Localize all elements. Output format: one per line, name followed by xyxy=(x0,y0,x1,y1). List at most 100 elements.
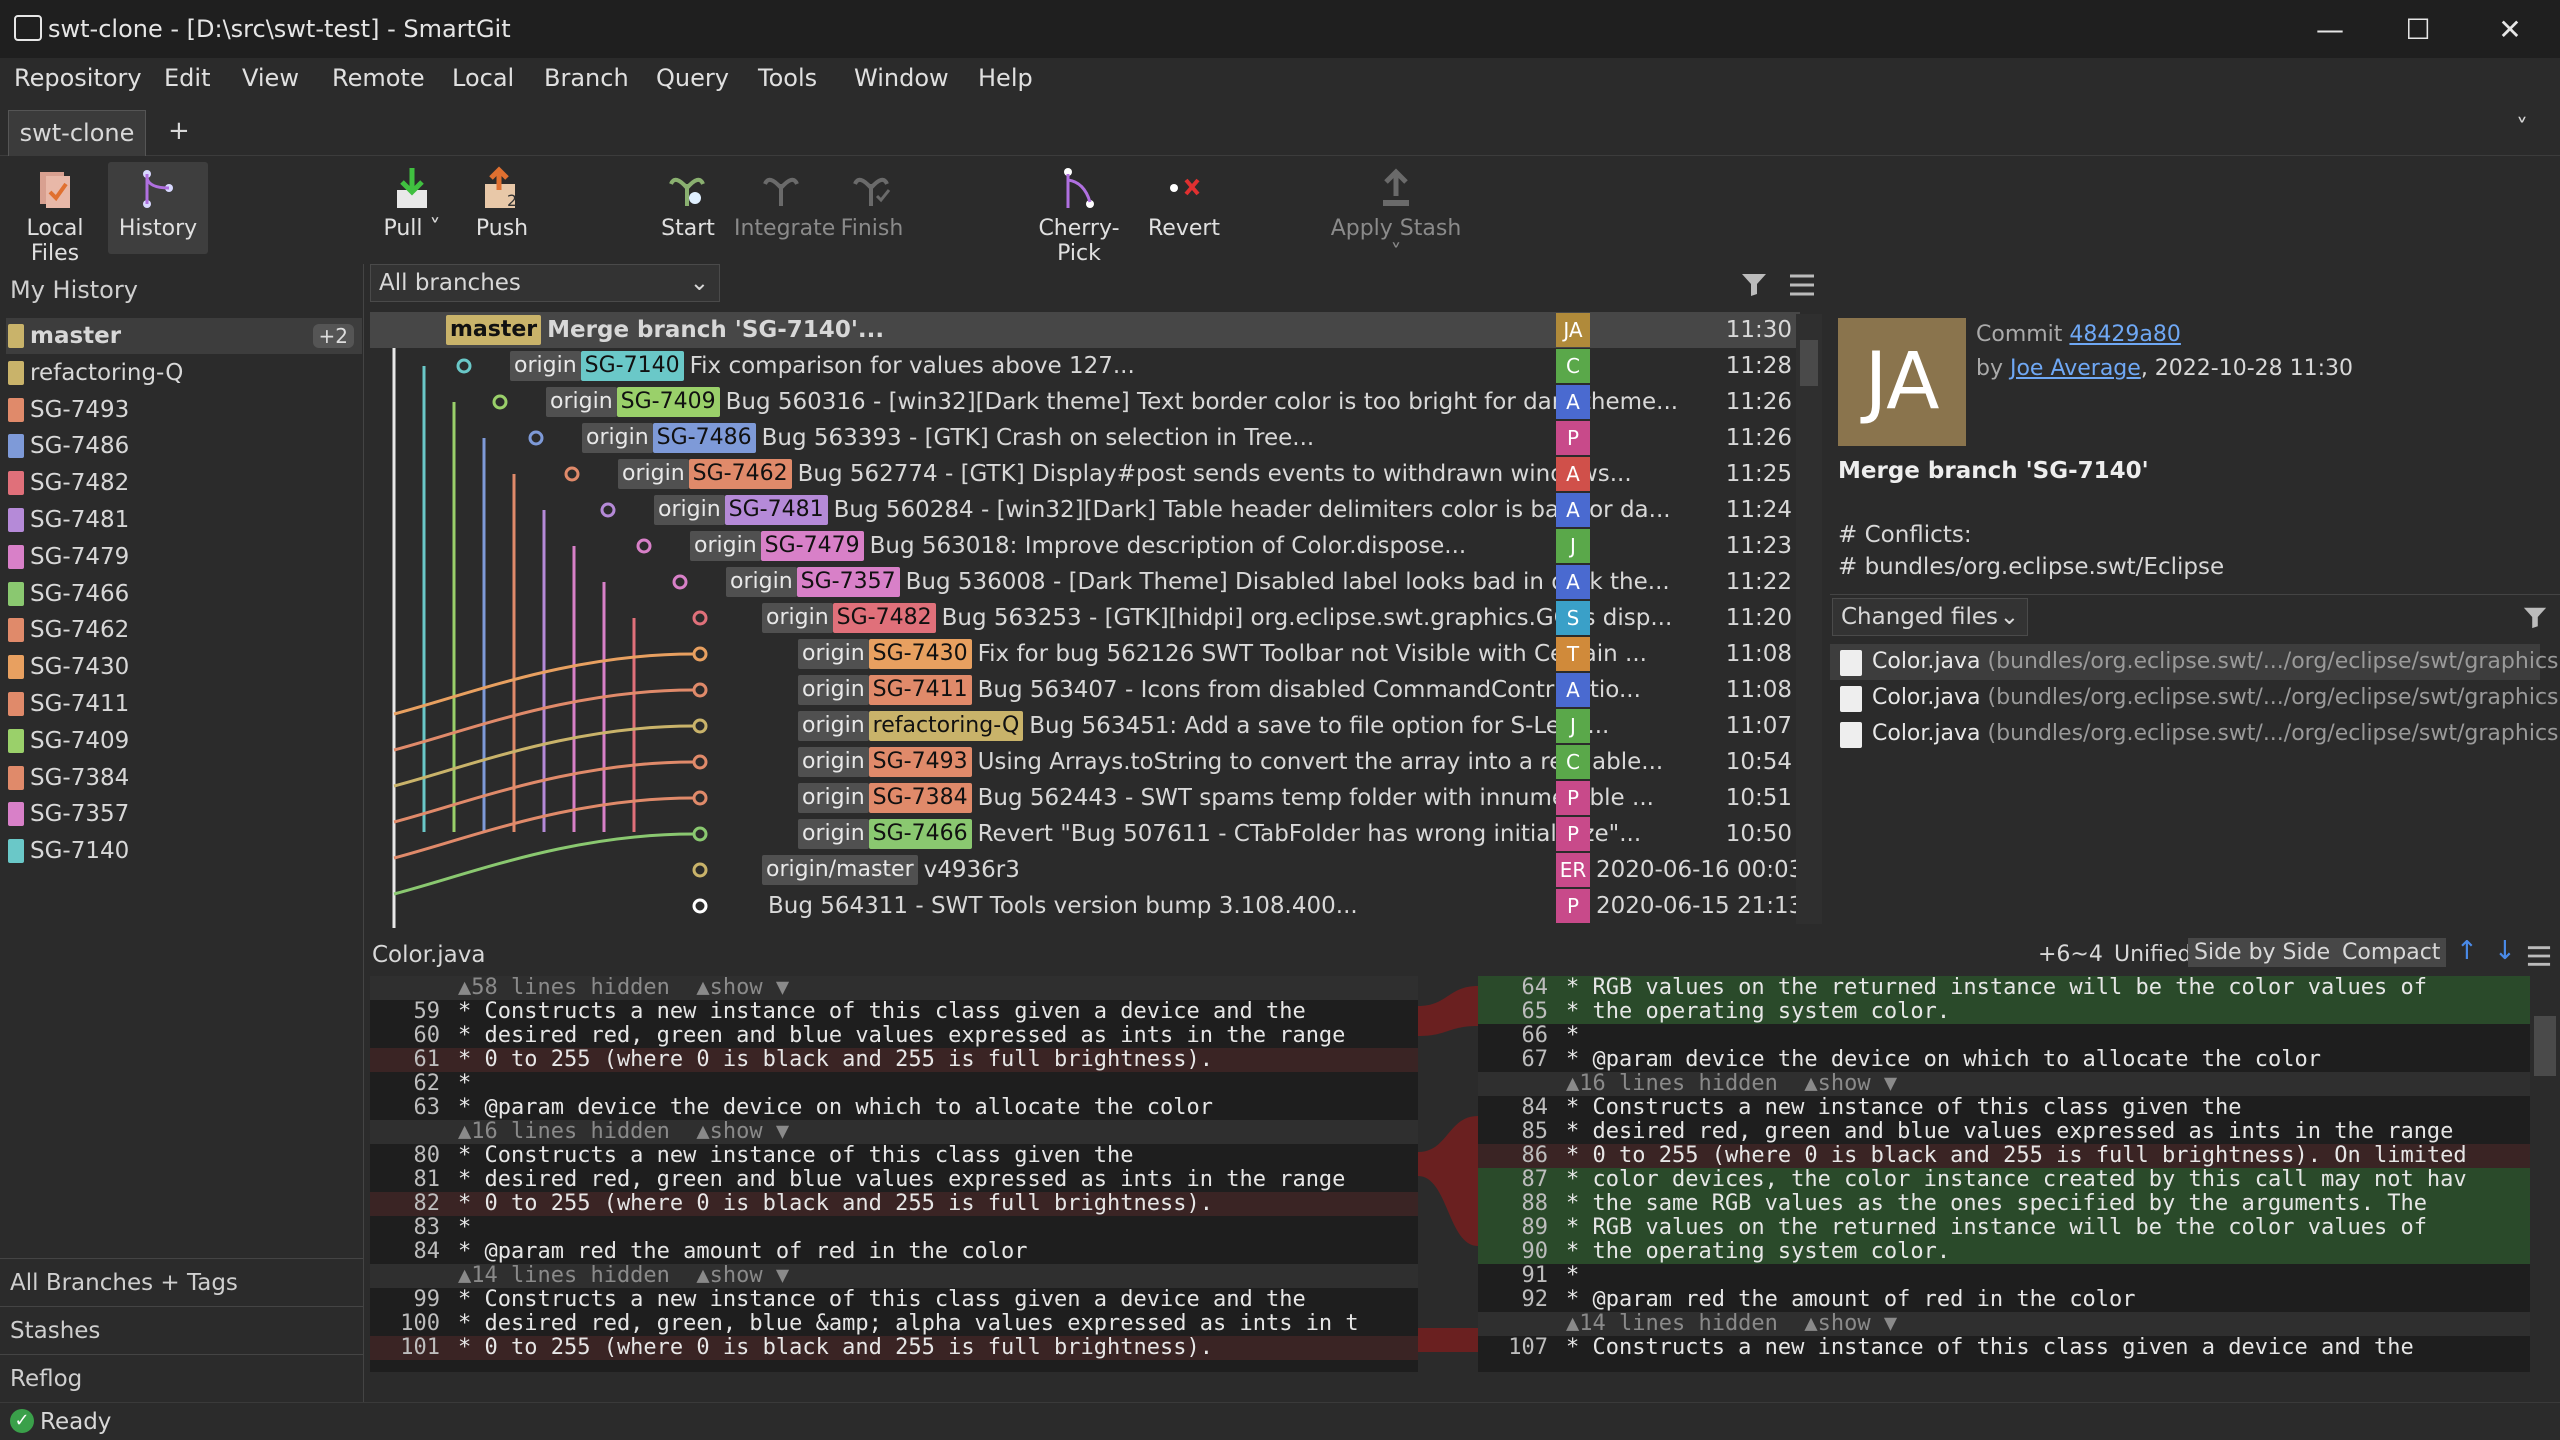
branch-marker xyxy=(8,655,24,680)
commit-row[interactable]: master Merge branch 'SG-7140'... JA 11:30 xyxy=(370,312,1800,348)
tabs-overflow-button[interactable]: ˅ xyxy=(2516,114,2528,142)
diff-line: 101 * 0 to 255 (where 0 is black and 255 … xyxy=(370,1336,1418,1360)
branch-item[interactable]: SG-7479 xyxy=(6,539,362,575)
diff-right-pane[interactable]: 64 * RGB values on the returned instance … xyxy=(1478,976,2530,1372)
commit-row[interactable]: Bug 564311 - SWT Tools version bump 3.10… xyxy=(370,888,1803,924)
app-icon xyxy=(14,15,42,41)
branch-item[interactable]: SG-7357 xyxy=(6,796,362,832)
commit-row[interactable]: origin SG-7466 Revert "Bug 507611 - CTabFo… xyxy=(370,816,1800,852)
branch-item[interactable]: SG-7466 xyxy=(6,576,362,612)
hidden-lines-row[interactable]: ▲14 lines hidden ▲show ▼ xyxy=(370,1264,1418,1288)
line-number: 107 xyxy=(1508,1335,1548,1360)
stashes-section[interactable]: Stashes xyxy=(0,1306,364,1354)
branch-item[interactable]: SG-7482 xyxy=(6,465,362,501)
commit-row[interactable]: origin SG-7384 Bug 562443 - SWT spams temp… xyxy=(370,780,1800,816)
commit-row[interactable]: origin SG-7411 Bug 563407 - Icons from dis… xyxy=(370,672,1800,708)
changed-file-row[interactable]: Color.java (bundles/org.eclipse.swt/.../… xyxy=(1830,680,2560,716)
branch-item[interactable]: SG-7430 xyxy=(6,649,362,685)
changed-files-dropdown[interactable]: Changed files ⌄ xyxy=(1832,598,2028,636)
branch-item[interactable]: SG-7140 xyxy=(6,833,362,869)
previous-change-icon[interactable]: ↑ xyxy=(2456,936,2478,966)
history-scrollbar[interactable] xyxy=(1796,314,1822,924)
filter-icon[interactable] xyxy=(1740,270,1768,298)
commit-row[interactable]: origin SG-7479 Bug 563018: Improve descrip… xyxy=(370,528,1800,564)
revert-button[interactable]: Revert xyxy=(1148,162,1220,254)
commit-row[interactable]: origin SG-7462 Bug 562774 - [GTK] Display#… xyxy=(370,456,1800,492)
menu-window[interactable]: Window xyxy=(854,64,949,92)
menu-query[interactable]: Query xyxy=(656,64,729,92)
hidden-lines-row[interactable]: ▲58 lines hidden ▲show ▼ xyxy=(370,976,1418,1000)
reflog-section[interactable]: Reflog xyxy=(0,1354,364,1402)
branch-item[interactable]: SG-7462 xyxy=(6,612,362,648)
menu-branch[interactable]: Branch xyxy=(544,64,629,92)
add-tab-button[interactable]: + xyxy=(168,116,190,146)
diff-line: 85 * desired red, green and blue values e… xyxy=(1478,1120,2530,1144)
branch-filter-dropdown[interactable]: All branches ⌄ xyxy=(370,264,720,302)
branch-item[interactable]: SG-7481 xyxy=(6,502,362,538)
commit-row[interactable]: origin SG-7357 Bug 536008 - [Dark Theme] D… xyxy=(370,564,1800,600)
diff-menu-icon[interactable] xyxy=(2526,944,2552,968)
finish-button[interactable]: Finish xyxy=(840,162,904,254)
menu-icon[interactable] xyxy=(1788,272,1816,298)
next-change-icon[interactable]: ↓ xyxy=(2494,936,2516,966)
branch-marker xyxy=(8,839,24,864)
branch-item[interactable]: SG-7411 xyxy=(6,686,362,722)
menu-help[interactable]: Help xyxy=(978,64,1033,92)
menu-remote[interactable]: Remote xyxy=(332,64,425,92)
remote-branch-tag: origin xyxy=(654,495,725,525)
maximize-button[interactable]: ☐ xyxy=(2388,10,2448,50)
line-text: * color devices, the color instance crea… xyxy=(1566,1167,2467,1192)
history-button[interactable]: History xyxy=(108,162,208,254)
commit-hash-link[interactable]: 48429a80 xyxy=(2069,322,2180,347)
branch-item[interactable]: SG-7493 xyxy=(6,392,362,428)
commit-row[interactable]: origin/master v4936r3 ER 2020-06-16 00:03 xyxy=(370,852,1803,888)
diff-scrollbar[interactable] xyxy=(2530,976,2560,1372)
line-text: * the operating system color. xyxy=(1566,999,1951,1024)
commit-row[interactable]: origin SG-7430 Fix for bug 562126 SWT Tool… xyxy=(370,636,1800,672)
integrate-button[interactable]: Integrate xyxy=(734,162,835,254)
menu-view[interactable]: View xyxy=(242,64,299,92)
commit-row[interactable]: origin SG-7482 Bug 563253 - [GTK][hidpi] o… xyxy=(370,600,1800,636)
start-button[interactable]: Start xyxy=(656,162,720,254)
menu-repository[interactable]: Repository xyxy=(14,64,142,92)
changed-file-row[interactable]: Color.java (bundles/org.eclipse.swt/.../… xyxy=(1830,716,2560,752)
hidden-lines-row[interactable]: ▲14 lines hidden ▲show ▼ xyxy=(1478,1312,2530,1336)
commit-subject: Merge branch 'SG-7140' xyxy=(1838,458,2149,484)
push-button[interactable]: 2 Push xyxy=(470,162,534,254)
branch-item[interactable]: SG-7384 xyxy=(6,760,362,796)
branch-name: SG-7462 xyxy=(30,617,130,644)
changed-file-row[interactable]: Color.java (bundles/org.eclipse.swt/.../… xyxy=(1830,644,2560,680)
compact-toggle[interactable]: Compact xyxy=(2336,938,2447,967)
minimize-button[interactable]: — xyxy=(2300,10,2360,50)
commit-row[interactable]: origin SG-7493 Using Arrays.toString to co… xyxy=(370,744,1800,780)
menu-local[interactable]: Local xyxy=(452,64,514,92)
local-files-button[interactable]: Local Files xyxy=(2,162,108,266)
close-button[interactable]: ✕ xyxy=(2480,10,2540,50)
remote-branch-tag: origin xyxy=(798,747,869,777)
menu-tools[interactable]: Tools xyxy=(758,64,817,92)
branch-item[interactable]: SG-7486 xyxy=(6,428,362,464)
hidden-lines-row[interactable]: ▲16 lines hidden ▲show ▼ xyxy=(370,1120,1418,1144)
all-branches-tags-section[interactable]: All Branches + Tags xyxy=(0,1258,364,1306)
diff-left-pane[interactable]: ▲58 lines hidden ▲show ▼ 59 * Constructs a… xyxy=(370,976,1418,1372)
file-filter-icon[interactable] xyxy=(2522,604,2548,630)
branch-item[interactable]: master +2 xyxy=(6,318,362,354)
commit-row[interactable]: origin SG-7481 Bug 560284 - [win32][Dark] … xyxy=(370,492,1800,528)
commit-row[interactable]: origin SG-7486 Bug 563393 - [GTK] Crash on… xyxy=(370,420,1800,456)
commit-message: Bug 560284 - [win32][Dark] Table header … xyxy=(833,497,1671,523)
unified-toggle[interactable]: Unified xyxy=(2114,942,2192,967)
cherry-pick-button[interactable]: Cherry-Pick xyxy=(1020,162,1138,266)
menu-edit[interactable]: Edit xyxy=(164,64,210,92)
commit-row[interactable]: origin SG-7140 Fix comparison for values a… xyxy=(370,348,1800,384)
pull-button[interactable]: Pull ˅ xyxy=(382,162,442,254)
commit-row[interactable]: origin refactoring-Q Bug 563451: Add a sav… xyxy=(370,708,1800,744)
hidden-lines-row[interactable]: ▲16 lines hidden ▲show ▼ xyxy=(1478,1072,2530,1096)
branch-item[interactable]: refactoring-Q xyxy=(6,355,362,391)
author-link[interactable]: Joe Average xyxy=(2010,356,2141,381)
side-by-side-toggle[interactable]: Side by Side xyxy=(2188,938,2337,967)
apply-stash-button[interactable]: Apply Stash ˅ xyxy=(1324,162,1468,266)
commit-row[interactable]: origin SG-7409 Bug 560316 - [win32][Dark t… xyxy=(370,384,1800,420)
branch-item[interactable]: SG-7409 xyxy=(6,723,362,759)
tab-swt-clone[interactable]: swt-clone xyxy=(8,110,146,156)
commit-message: v4936r3 xyxy=(923,857,1020,883)
